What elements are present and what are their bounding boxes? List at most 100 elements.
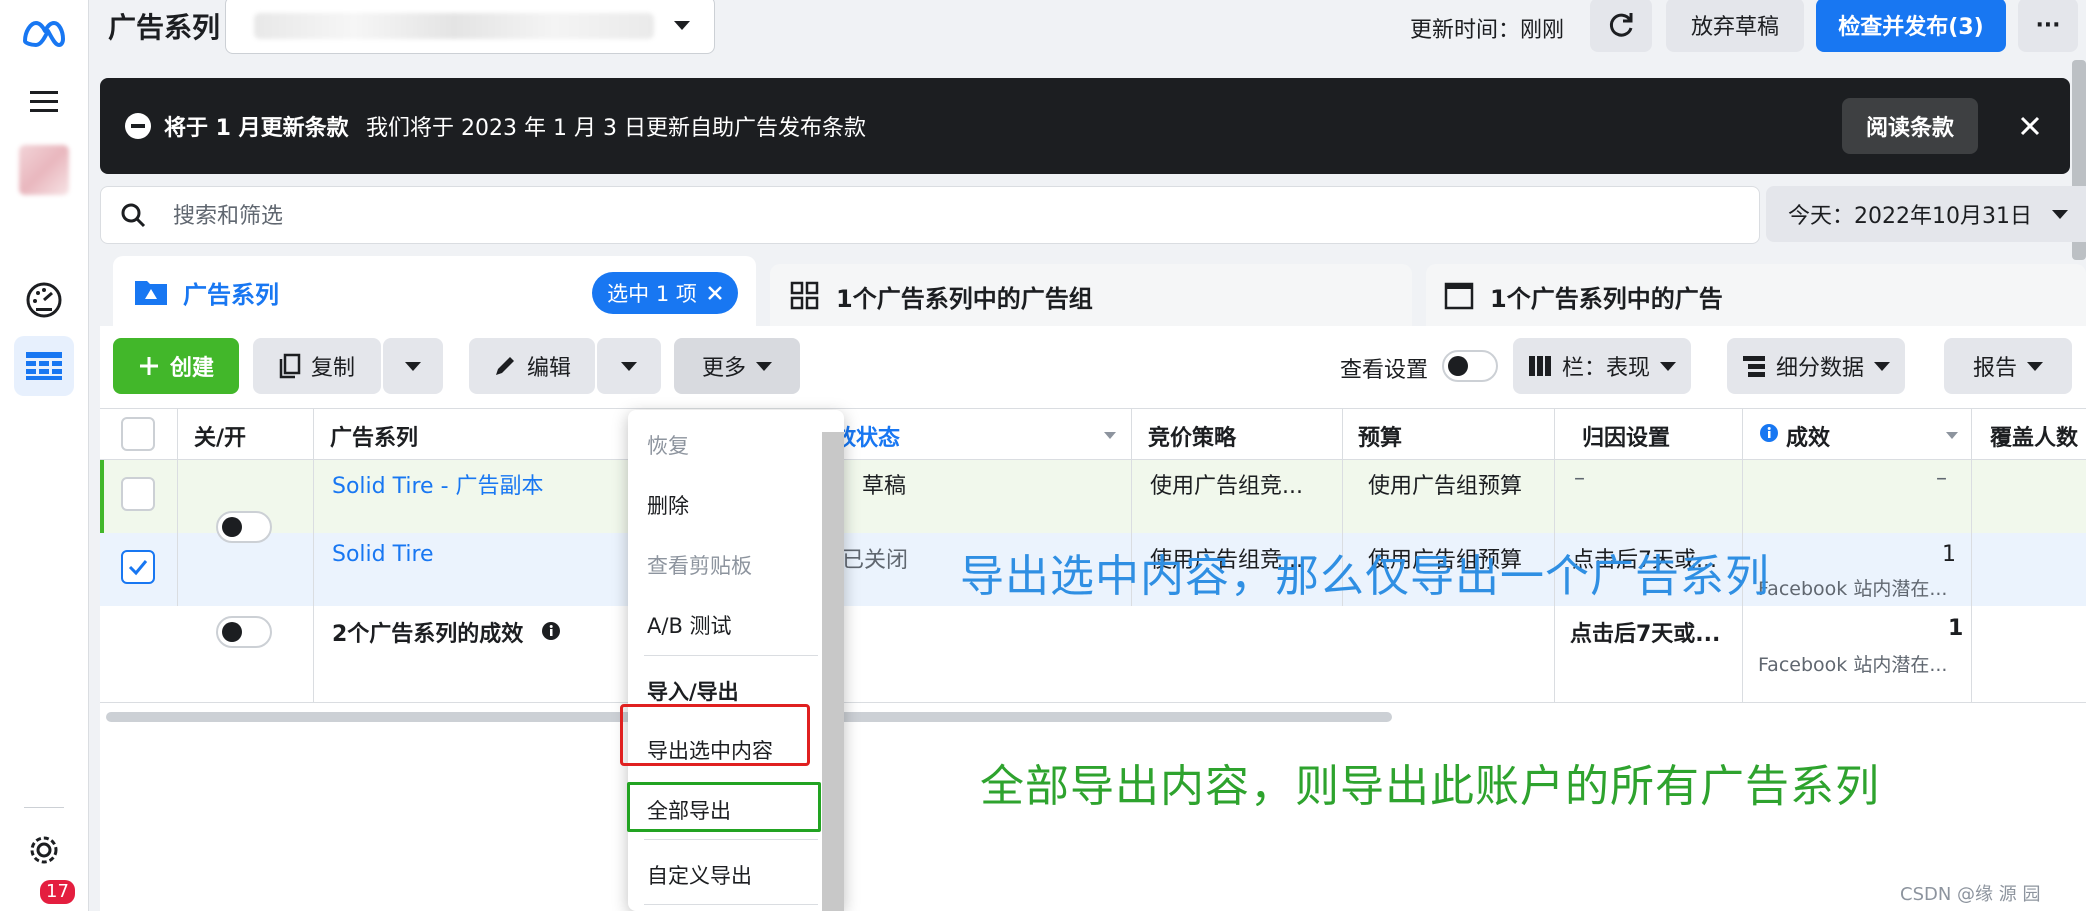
- check-icon: [128, 560, 148, 576]
- menu-scrollbar[interactable]: [822, 432, 844, 911]
- notice-title: 将于 1 月更新条款: [164, 116, 349, 141]
- menu-item-custom-export[interactable]: 自定义导出: [647, 860, 752, 890]
- notice-text: 我们将于 2023 年 1 月 3 日更新自助广告发布条款: [366, 116, 866, 141]
- col-header-results[interactable]: 成效: [1786, 420, 1830, 452]
- campaign-name-link[interactable]: Solid Tire - 广告副本: [332, 468, 544, 500]
- ads-manager-table-icon[interactable]: [14, 336, 74, 396]
- summary-label: 2个广告系列的成效: [332, 622, 524, 647]
- info-icon[interactable]: [541, 621, 561, 641]
- copy-dropdown-button[interactable]: [383, 338, 443, 394]
- columns-icon: [1528, 356, 1551, 376]
- chevron-down-icon: [1660, 361, 1676, 371]
- more-options-button[interactable]: ···: [2018, 0, 2078, 52]
- breakdown-icon: [1742, 356, 1765, 377]
- tab-campaigns-label: 广告系列: [183, 280, 279, 309]
- col-header-budget[interactable]: 预算: [1358, 420, 1402, 452]
- row-checkbox-checked[interactable]: [121, 550, 155, 584]
- campaign-name-link[interactable]: Solid Tire: [332, 542, 434, 567]
- summary-results-subtext: Facebook 站内潜在...: [1758, 654, 1948, 676]
- dashboard-gauge-icon[interactable]: [14, 270, 74, 330]
- results: 1: [1942, 542, 1956, 567]
- menu-icon[interactable]: [14, 72, 74, 132]
- discard-draft-button[interactable]: 放弃草稿: [1666, 0, 1804, 52]
- search-input[interactable]: [171, 195, 1675, 237]
- columns-button[interactable]: 栏：表现: [1513, 338, 1691, 394]
- edit-dropdown-button[interactable]: [597, 338, 661, 394]
- create-button[interactable]: 创建: [113, 338, 239, 394]
- edit-button[interactable]: 编辑: [469, 338, 595, 394]
- notification-badge: 17: [40, 880, 75, 904]
- campaign-toggle[interactable]: [216, 511, 272, 543]
- create-label: 创建: [169, 356, 214, 381]
- account-avatar[interactable]: [14, 140, 74, 200]
- edit-label: 编辑: [526, 356, 571, 381]
- delivery-status: 已关闭: [842, 548, 909, 573]
- close-icon[interactable]: [2010, 106, 2050, 146]
- more-actions-label: 更多: [701, 356, 746, 381]
- menu-divider: [644, 839, 818, 840]
- copy-label: 复制: [310, 356, 355, 381]
- attribution: –: [1574, 466, 1585, 491]
- copy-icon: [279, 353, 301, 379]
- menu-item-delete[interactable]: 删除: [647, 490, 689, 520]
- menu-section-import-export: 导入/导出: [647, 680, 739, 704]
- selected-count-pill[interactable]: 选中 1 项: [592, 272, 738, 314]
- refresh-button[interactable]: [1590, 0, 1652, 52]
- col-header-attribution[interactable]: 归因设置: [1582, 420, 1670, 452]
- tab-adsets[interactable]: 1个广告系列中的广告组: [770, 264, 1412, 328]
- date-range-picker[interactable]: 今天：2022年10月31日: [1766, 186, 2086, 242]
- more-actions-button[interactable]: 更多: [674, 338, 800, 394]
- chevron-down-icon: [1874, 361, 1890, 371]
- refresh-icon: [1609, 13, 1633, 37]
- close-icon[interactable]: [707, 285, 723, 301]
- columns-label: 栏：表现: [1561, 356, 1650, 381]
- left-rail: 17: [0, 0, 89, 911]
- breakdown-label: 细分数据: [1775, 356, 1864, 381]
- tab-ads-label: 1个广告系列中的广告: [1490, 284, 1723, 313]
- selected-count-label: 选中 1 项: [607, 282, 697, 306]
- menu-item-view-clipboard[interactable]: 查看剪贴板: [647, 550, 752, 580]
- menu-item-ab-test[interactable]: A/B 测试: [647, 610, 732, 640]
- bid-strategy: 使用广告组竞...: [1150, 474, 1303, 499]
- row-checkbox[interactable]: [121, 477, 155, 511]
- annotation-blue: 导出选中内容，那么仅导出一个广告系列: [960, 551, 1770, 602]
- settings-gear-icon[interactable]: [14, 820, 74, 880]
- tab-ads[interactable]: 1个广告系列中的广告: [1426, 264, 2086, 328]
- results: –: [1936, 466, 1947, 491]
- pencil-icon: [495, 357, 514, 375]
- read-terms-button[interactable]: 阅读条款: [1842, 98, 1978, 154]
- menu-divider: [644, 655, 818, 656]
- col-header-reach[interactable]: 覆盖人数: [1990, 420, 2086, 452]
- col-header-onoff[interactable]: 关/开: [194, 420, 246, 452]
- grid-icon: [790, 281, 819, 310]
- col-header-campaign[interactable]: 广告系列: [330, 420, 418, 452]
- view-settings-toggle[interactable]: [1442, 350, 1498, 382]
- chevron-down-icon[interactable]: [1104, 432, 1116, 439]
- select-all-checkbox[interactable]: [121, 417, 155, 451]
- report-button[interactable]: 报告: [1944, 338, 2072, 394]
- page-title: 广告系列: [108, 11, 221, 44]
- search-icon: [121, 203, 146, 228]
- campaign-toggle[interactable]: [216, 616, 272, 648]
- chevron-down-icon[interactable]: [1946, 432, 1958, 439]
- menu-item-restore[interactable]: 恢复: [647, 430, 689, 460]
- breakdown-button[interactable]: 细分数据: [1727, 338, 1905, 394]
- chevron-down-icon: [674, 21, 690, 30]
- meta-logo-icon[interactable]: [14, 4, 74, 64]
- summary-results: 1: [1948, 616, 1964, 641]
- col-header-bid[interactable]: 竞价策略: [1148, 420, 1236, 452]
- minus-circle-icon: [125, 113, 151, 139]
- copy-button[interactable]: 复制: [253, 338, 381, 394]
- report-label: 报告: [1972, 356, 2017, 381]
- review-publish-button[interactable]: 检查并发布(3): [1816, 0, 2006, 52]
- ad-window-icon: [1444, 282, 1474, 310]
- update-time-text: 更新时间：刚刚: [1410, 18, 1565, 43]
- search-bar: [100, 186, 1760, 244]
- chevron-down-icon: [405, 361, 421, 371]
- tab-adsets-label: 1个广告系列中的广告组: [836, 284, 1093, 313]
- watermark: CSDN @缘 源 园: [1900, 884, 2041, 905]
- summary-attribution: 点击后7天或...: [1570, 622, 1721, 647]
- delivery-status: 草稿: [862, 474, 907, 499]
- campaign-name-dropdown[interactable]: [225, 0, 715, 54]
- info-icon[interactable]: [1759, 423, 1779, 443]
